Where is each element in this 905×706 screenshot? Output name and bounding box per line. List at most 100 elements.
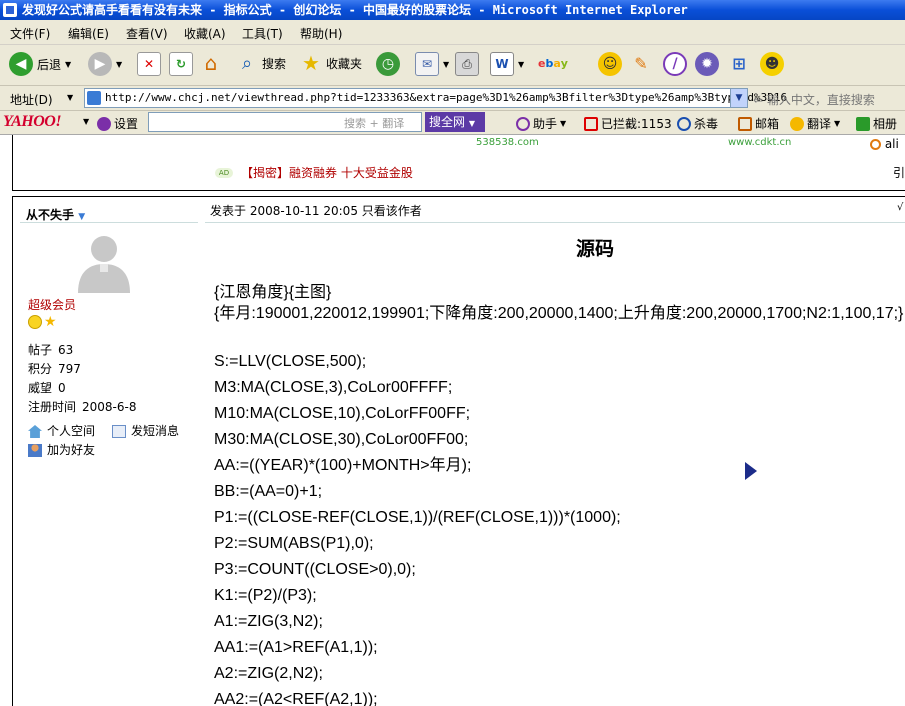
search-button[interactable]: ⌕ 搜索 — [236, 52, 286, 74]
title-bar[interactable]: 发现好公式请高手看看有没有未来 - 指标公式 - 创幻论坛 - 中国最好的股票论… — [0, 0, 905, 20]
yahoo-menu-dropdown-icon[interactable]: ▼ — [83, 117, 89, 126]
menu-favorites[interactable]: 收藏(A) — [184, 25, 226, 42]
compass-button[interactable]: / — [663, 52, 687, 76]
settings-button[interactable]: ✹ — [695, 52, 719, 76]
add-friend-link[interactable]: 加为好友 — [47, 441, 95, 460]
stat-register-date: 注册时间 2008-6-8 — [28, 400, 137, 414]
code-line: A2:=ZIG(2,N2); — [214, 665, 323, 682]
ad-link[interactable]: 【揭密】融资融券 十大受益金股 — [241, 164, 413, 181]
back-button[interactable]: ◀ 后退 ▼ — [9, 52, 71, 76]
favorites-button[interactable]: ★ 收藏夹 — [300, 51, 363, 75]
yahoo-settings[interactable]: 设置 — [97, 115, 138, 132]
print-button[interactable]: ⎙ — [455, 52, 479, 76]
address-url: http://www.chcj.net/viewthread.php?tid=1… — [105, 91, 788, 104]
page-favicon-icon — [87, 91, 101, 105]
home-button[interactable]: ⌂ — [200, 51, 222, 75]
forward-button[interactable]: ▶ ▼ — [88, 52, 122, 76]
yahoo-translate[interactable]: 翻译 ▼ — [790, 115, 840, 132]
puzzle-button[interactable]: ⊞ — [728, 52, 750, 74]
ad-right-text[interactable]: 引 — [893, 164, 905, 181]
author-name[interactable]: 从不失手 ▼ — [26, 206, 85, 223]
page-content: 538538.com www.cdkt.cn ali AD 【揭密】融资融券 十… — [0, 135, 905, 706]
search-icon: ⌕ — [241, 52, 253, 74]
yahoo-search-input[interactable]: 搜索 + 翻译 — [148, 112, 422, 132]
menu-tools[interactable]: 工具(T) — [242, 25, 283, 42]
code-line: BB:=(AA=0)+1; — [214, 483, 323, 500]
stat-posts: 帖子 63 — [28, 343, 74, 357]
stat-points: 积分 797 — [28, 362, 81, 376]
back-label: 后退 — [37, 57, 62, 72]
menu-view[interactable]: 查看(V) — [126, 25, 168, 42]
menu-bar: 文件(F) 编辑(E) 查看(V) 收藏(A) 工具(T) 帮助(H) — [0, 20, 905, 45]
ie-window: 发现好公式请高手看看有没有未来 - 指标公式 - 创幻论坛 - 中国最好的股票论… — [0, 0, 905, 706]
ad-site-3[interactable]: ali — [870, 137, 899, 151]
history-button[interactable]: ◷ — [376, 52, 400, 76]
puzzle-icon: ⊞ — [732, 53, 746, 73]
yahoo-antivirus[interactable]: 杀毒 — [677, 115, 718, 132]
yahoo-album[interactable]: 相册 — [856, 115, 897, 132]
notes-button[interactable]: ✎ — [630, 52, 652, 74]
gear-icon: ✹ — [695, 52, 719, 76]
helper-icon — [516, 116, 530, 131]
address-bar: 地址(D) ▼ http://www.chcj.net/viewthread.p… — [0, 86, 905, 111]
address-label-dropdown-icon[interactable]: ▼ — [67, 93, 73, 102]
refresh-icon: ↻ — [169, 52, 193, 76]
mail-icon: ✉ — [415, 52, 439, 76]
ad-site-2[interactable]: www.cdkt.cn — [728, 137, 791, 148]
ebay-button[interactable]: ebay — [538, 52, 568, 74]
menu-edit[interactable]: 编辑(E) — [68, 25, 109, 42]
personal-space-link[interactable]: 个人空间 — [47, 422, 95, 441]
member-links: 个人空间 发短消息 加为好友 — [28, 422, 179, 460]
favorites-label: 收藏夹 — [326, 56, 363, 71]
yahoo-search-button[interactable]: 搜全网 ▼ — [425, 112, 485, 132]
address-search-hint[interactable]: ⇐ 输入中文，直接搜索 — [753, 91, 875, 108]
block-icon — [584, 116, 598, 131]
word-icon: W — [490, 52, 514, 76]
code-header: {江恩角度}{主图} {年月:190001,220012,199901;下降角度:… — [214, 282, 903, 324]
member-rank: 超级会员 — [28, 298, 77, 312]
stop-button[interactable]: ✕ — [137, 52, 161, 76]
stop-icon: ✕ — [137, 52, 161, 76]
yahoo-mail[interactable]: 邮箱 — [738, 115, 779, 132]
member-stats: 帖子 63 积分 797 威望 0 注册时间 2008-6-8 — [28, 341, 136, 417]
home-icon: ⌂ — [204, 51, 218, 75]
avatar[interactable] — [72, 231, 136, 293]
menu-help[interactable]: 帮助(H) — [300, 25, 342, 42]
envelope-icon — [112, 425, 127, 438]
back-arrow-icon: ◀ — [9, 52, 33, 76]
send-message-link[interactable]: 发短消息 — [131, 422, 179, 441]
search-label: 搜索 — [262, 56, 287, 71]
post-title: 源码 — [576, 238, 615, 260]
code-line: M30:MA(CLOSE,30),CoLor00FF00; — [214, 431, 469, 448]
ad-site-1[interactable]: 538538.com — [476, 137, 539, 148]
print-icon: ⎙ — [455, 52, 479, 76]
refresh-button[interactable]: ↻ — [169, 52, 193, 76]
yahoo-helper[interactable]: 助手 ▼ — [516, 115, 566, 132]
ad-badge: AD — [215, 168, 233, 178]
code-line: M10:MA(CLOSE,10),CoLorFF00FF; — [214, 405, 471, 422]
yahoo-popup-blocker[interactable]: 已拦截:1153 — [584, 115, 672, 132]
ie-app-icon — [3, 3, 17, 17]
code-block: S:=LLV(CLOSE,500); M3:MA(CLOSE,3),CoLor00… — [214, 349, 621, 706]
ali-icon — [870, 139, 881, 150]
address-field[interactable]: http://www.chcj.net/viewthread.php?tid=1… — [84, 88, 787, 108]
code-line: S:=LLV(CLOSE,500); — [214, 353, 367, 370]
mail-button[interactable]: ✉ ▼ — [415, 52, 449, 76]
code-line: {江恩角度}{主图} — [214, 284, 332, 301]
qq-button[interactable]: ☻ — [760, 52, 784, 76]
messenger-button[interactable]: ☺ — [598, 52, 622, 76]
post-corner-text: √ — [897, 202, 904, 213]
address-dropdown-icon[interactable]: ▼ — [730, 89, 747, 107]
edit-button[interactable]: W ▼ — [490, 52, 524, 76]
code-line: P3:=COUNT((CLOSE>0),0); — [214, 561, 416, 578]
history-icon: ◷ — [376, 52, 400, 76]
translate-icon — [790, 116, 804, 131]
code-line: P2:=SUM(ABS(P1),0); — [214, 535, 374, 552]
face-icon: ☻ — [760, 52, 784, 76]
code-line: K1:=(P2)/(P3); — [214, 587, 317, 604]
forward-arrow-icon: ▶ — [88, 52, 112, 76]
yahoo-logo[interactable]: YAHOO! — [3, 113, 62, 131]
ebay-icon: ebay — [538, 56, 568, 70]
menu-file[interactable]: 文件(F) — [10, 25, 50, 42]
smiley-icon: ☺ — [598, 52, 622, 76]
